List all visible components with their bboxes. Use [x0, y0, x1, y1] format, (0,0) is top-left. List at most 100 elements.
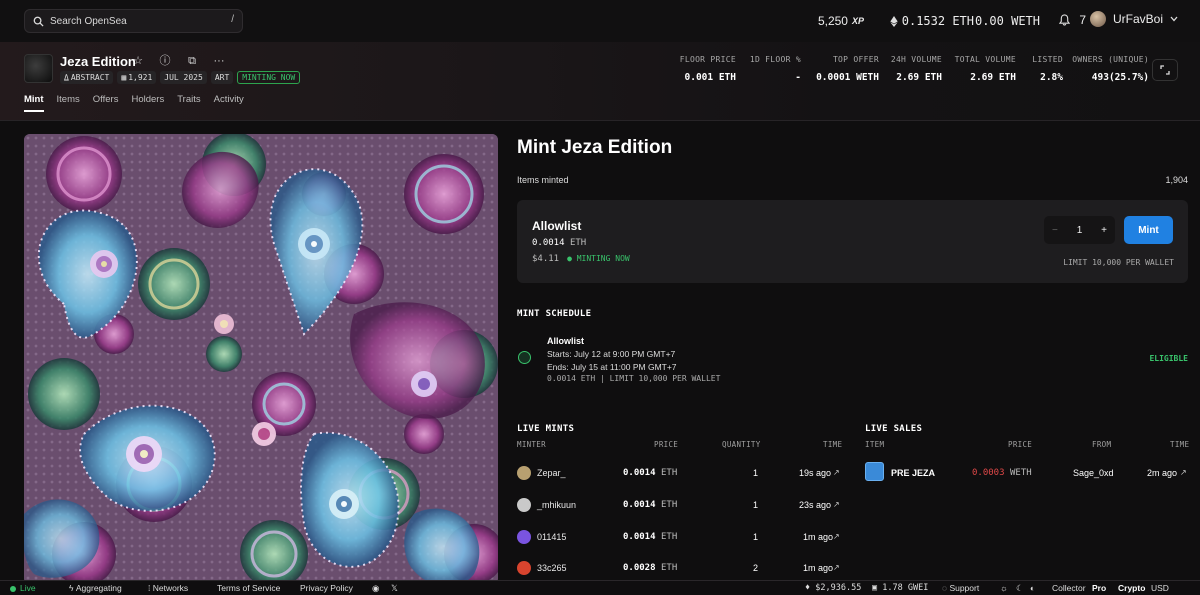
eligibility-status: ELIGIBLE	[1149, 354, 1188, 363]
tab-mint[interactable]: Mint	[24, 94, 44, 112]
tab-offers[interactable]: Offers	[93, 94, 119, 105]
tab-traits[interactable]: Traits	[177, 94, 200, 105]
tab-items[interactable]: Items	[57, 94, 80, 105]
decrease-quantity-button[interactable]: −	[1052, 225, 1058, 236]
live-status: Live	[10, 583, 36, 593]
mint-time: 19s ago	[799, 468, 832, 478]
sale-item-thumbnail	[865, 462, 884, 481]
live-mint-row[interactable]: 33c265 0.0028 ETH 2 1m ago ↗	[517, 559, 847, 579]
networks-link[interactable]: ⁞ Networks	[148, 583, 188, 593]
schedule-start: Starts: July 12 at 9:00 PM GMT+7	[547, 349, 676, 359]
ethereum-icon: ♦	[805, 583, 811, 593]
search-icon	[33, 16, 44, 27]
minter-name[interactable]: 011415	[537, 532, 566, 542]
stat-owners: OWNERS (UNIQUE) 493(25.7%)	[1072, 55, 1149, 83]
terms-link[interactable]: Terms of Service	[217, 583, 280, 593]
quantity-stepper: − 1 +	[1044, 216, 1115, 244]
external-link-icon[interactable]: ↗	[833, 468, 840, 477]
mint-price: 0.0014	[623, 500, 656, 510]
pro-mode[interactable]: Pro	[1092, 583, 1106, 593]
crypto-currency[interactable]: Crypto	[1118, 583, 1145, 593]
collection-actions: ☆ ⓘ ⧉ ···	[132, 55, 225, 67]
xp-counter[interactable]: 5,250 XP	[818, 14, 864, 28]
collection-artwork	[24, 134, 498, 584]
mint-price-unit: ETH	[661, 563, 678, 573]
expand-button[interactable]	[1152, 59, 1178, 81]
eth-balance[interactable]: 0.1532 ETH	[890, 14, 974, 28]
mint-quantity: 1	[753, 468, 759, 478]
live-mints-header-price: PRICE	[654, 440, 679, 449]
live-sale-row[interactable]: PRE JEZA 0.0003 WETH Sage_0xd 2m ago ↗	[865, 462, 1195, 484]
collection-name: Jeza Edition	[60, 54, 136, 69]
copy-icon[interactable]: ⧉	[186, 55, 198, 67]
allowlist-title: Allowlist	[532, 219, 582, 233]
dark-theme-icon[interactable]: ☾	[1016, 583, 1024, 594]
mint-quantity: 2	[753, 563, 759, 573]
stat-1d-floor: 1D FLOOR % -	[749, 55, 801, 83]
mint-price: 0.0014	[623, 532, 656, 542]
tab-holders[interactable]: Holders	[131, 94, 164, 105]
mint-quantity: 1	[753, 532, 759, 542]
tab-activity[interactable]: Activity	[214, 94, 244, 105]
paisley-pattern-image	[24, 134, 498, 584]
privacy-link[interactable]: Privacy Policy	[300, 583, 353, 593]
live-mints-header-quantity: QUANTITY	[722, 440, 761, 449]
live-mint-row[interactable]: 011415 0.0014 ETH 1 1m ago ↗	[517, 528, 847, 548]
info-icon[interactable]: ⓘ	[159, 55, 171, 67]
minter-name[interactable]: 33c265	[537, 563, 567, 573]
xp-label: XP	[851, 16, 864, 26]
aggregating-status[interactable]: ϟ Aggregating	[69, 583, 122, 593]
support-link[interactable]: ◌ Support	[942, 583, 979, 593]
chain-tag: ⍙ ABSTRACT	[60, 71, 114, 84]
mint-time: 1m ago	[803, 532, 834, 542]
live-mint-row[interactable]: _mhikuun 0.0014 ETH 1 23s ago ↗	[517, 496, 847, 516]
notifications-button[interactable]: 7	[1059, 13, 1086, 27]
expand-icon	[1160, 65, 1170, 75]
external-link-icon[interactable]: ↗	[833, 563, 840, 572]
mint-price-unit: ETH	[661, 532, 678, 542]
quantity-value[interactable]: 1	[1077, 225, 1083, 236]
more-icon[interactable]: ···	[213, 55, 225, 67]
allowlist-mint-card: Allowlist 0.0014 ETH $4.11 ● MINTING NOW…	[517, 200, 1188, 283]
x-twitter-icon[interactable]: 𝕏	[391, 583, 398, 594]
sale-price-unit: WETH	[1010, 468, 1032, 478]
search-input[interactable]: Search OpenSea /	[24, 9, 243, 33]
mint-button[interactable]: Mint	[1124, 216, 1173, 244]
star-icon[interactable]: ☆	[132, 55, 144, 67]
light-theme-icon[interactable]: ☼	[1000, 583, 1008, 593]
status-footer: Live ϟ Aggregating ⁞ Networks Terms of S…	[0, 580, 1200, 595]
external-link-icon[interactable]: ↗	[833, 500, 840, 509]
chevron-down-icon	[1170, 16, 1178, 22]
live-mints-header-time: TIME	[823, 440, 843, 449]
bell-icon	[1059, 14, 1071, 26]
schedule-end: Ends: July 15 at 11:00 PM GMT+7	[547, 362, 677, 372]
collector-mode[interactable]: Collector	[1052, 583, 1086, 593]
sale-item-name[interactable]: PRE JEZA	[891, 468, 935, 478]
collection-tabs: Mint Items Offers Holders Traits Activit…	[24, 94, 244, 112]
increase-quantity-button[interactable]: +	[1101, 225, 1107, 236]
external-link-icon[interactable]: ↗	[1180, 468, 1187, 477]
user-menu[interactable]: UrFavBoi	[1089, 11, 1178, 27]
sale-from[interactable]: Sage_0xd	[1073, 468, 1114, 478]
system-theme-icon[interactable]: ◐	[1030, 583, 1035, 593]
discord-icon[interactable]: ◉	[372, 583, 379, 594]
collection-tags: ⍙ ABSTRACT ▦ 1,921 JUL 2025 ART MINTING NO…	[60, 71, 301, 84]
minter-name[interactable]: Zepar_	[537, 468, 566, 478]
weth-balance[interactable]: 0.00 WETH	[975, 14, 1040, 28]
category-tag[interactable]: ART	[210, 71, 234, 84]
collection-avatar	[24, 54, 53, 83]
sale-price: 0.0003	[972, 468, 1005, 478]
minter-name[interactable]: _mhikuun	[537, 500, 576, 510]
allowlist-price: 0.0014 ETH	[532, 238, 587, 248]
live-mint-row[interactable]: Zepar_ 0.0014 ETH 1 19s ago ↗	[517, 464, 847, 484]
date-tag: JUL 2025	[160, 71, 207, 84]
search-shortcut-key: /	[231, 14, 234, 25]
usd-currency[interactable]: USD	[1151, 583, 1169, 593]
live-mints-title: LIVE MINTS	[517, 424, 575, 434]
sale-time: 2m ago	[1147, 468, 1178, 478]
stat-24h-volume: 24H VOLUME 2.69 ETH	[890, 55, 942, 83]
external-link-icon[interactable]: ↗	[833, 532, 840, 541]
live-sales-header-from: FROM	[1092, 440, 1112, 449]
mint-schedule-title: MINT SCHEDULE	[517, 309, 592, 319]
xp-value: 5,250	[817, 14, 848, 28]
